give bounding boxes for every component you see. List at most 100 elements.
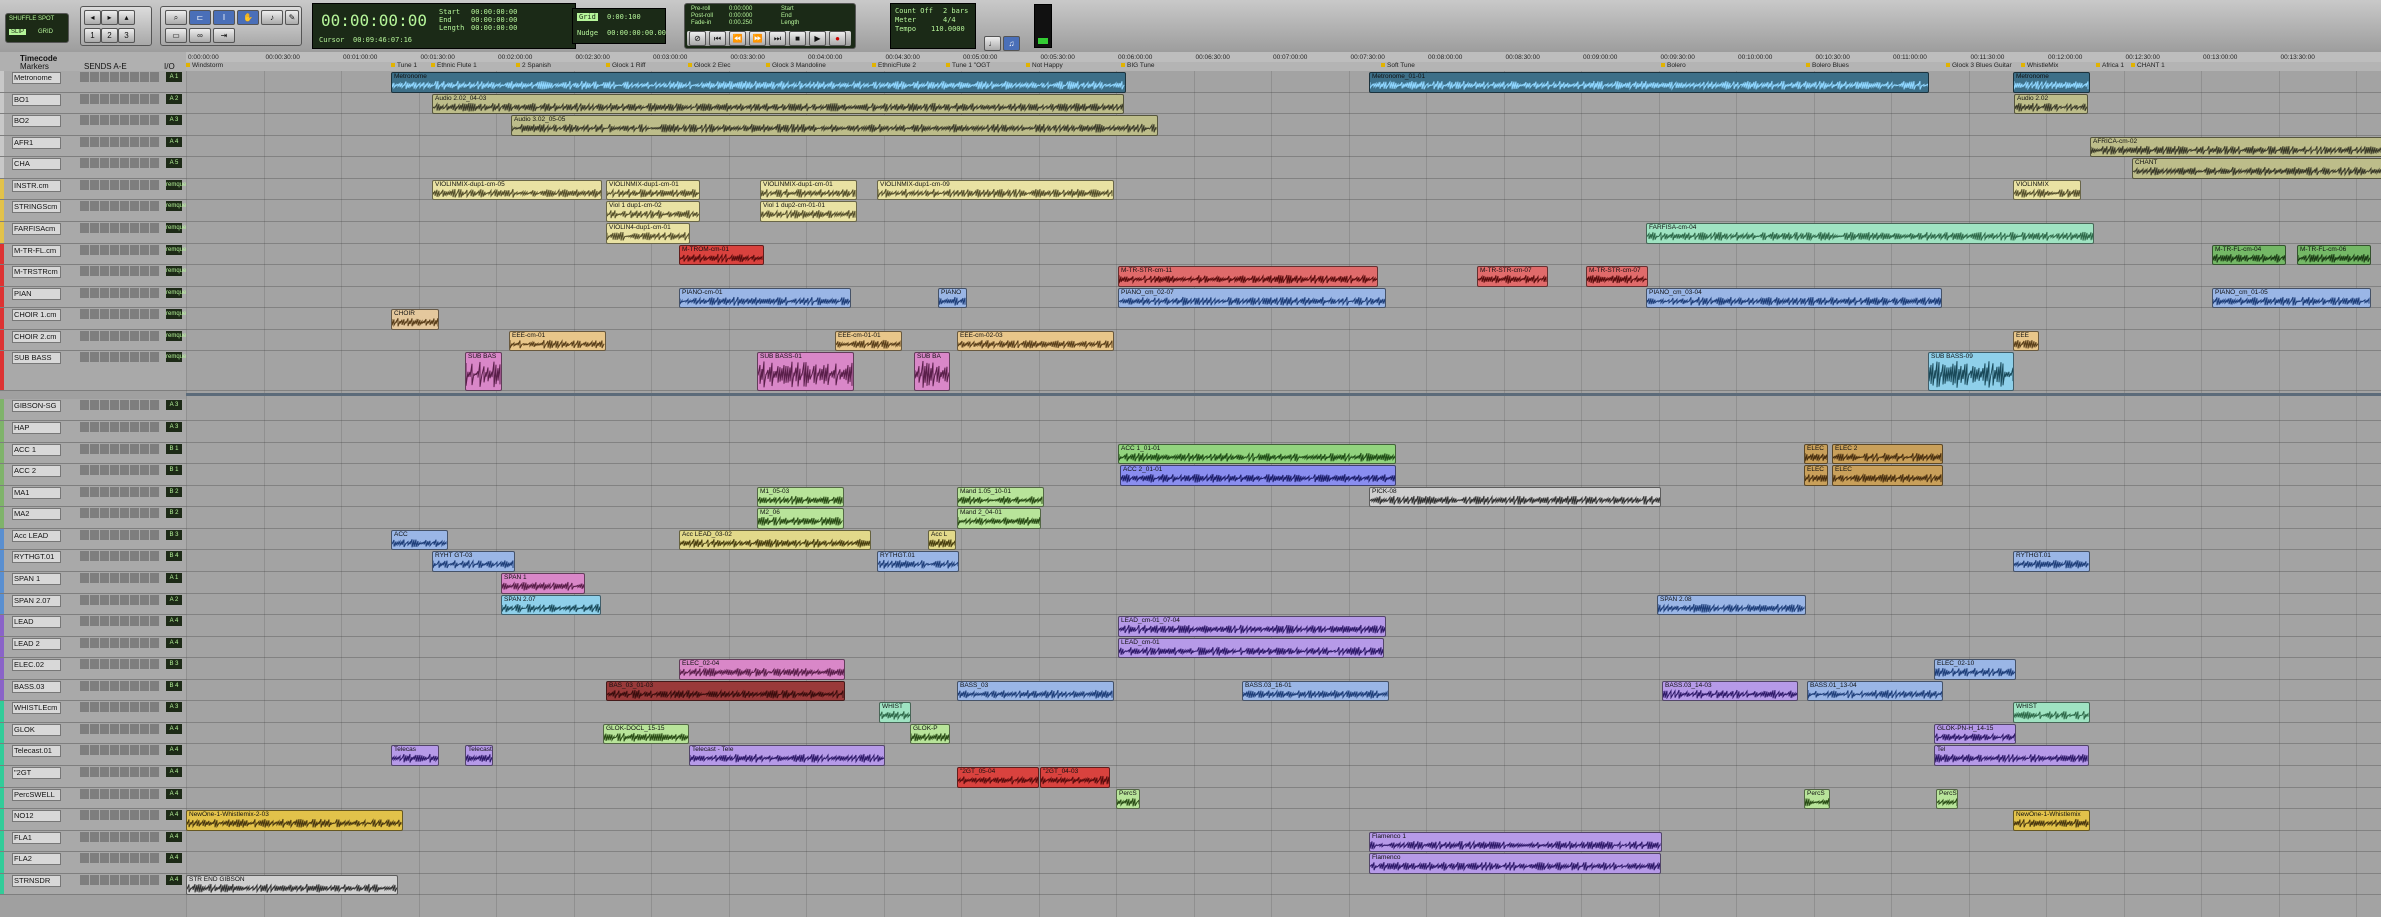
- track-header[interactable]: "2GT A 4: [0, 766, 186, 788]
- track-header[interactable]: MA2 B 2: [0, 507, 186, 529]
- grid-label[interactable]: Grid: [577, 13, 598, 21]
- audio-clip[interactable]: Audio 2.02: [2014, 93, 2088, 115]
- send-slots[interactable]: [80, 93, 160, 104]
- track-io[interactable]: A 4: [166, 136, 182, 147]
- audio-clip[interactable]: M-TR-FL-cm-06: [2297, 244, 2371, 266]
- audio-clip[interactable]: EEE-cm-01: [509, 330, 606, 352]
- track-name[interactable]: SPAN 1: [12, 572, 61, 585]
- track-playlist-lane[interactable]: [186, 658, 2381, 680]
- marker[interactable]: Glock 1 Riff: [606, 62, 645, 69]
- send-slots[interactable]: [80, 352, 160, 363]
- audio-clip[interactable]: Mand 1.05_10-01: [957, 486, 1044, 508]
- audio-clip[interactable]: SPAN 2.07: [501, 594, 601, 616]
- audio-clip[interactable]: VIOLINMIX-dup1-cm-09: [877, 179, 1114, 201]
- track-header[interactable]: ACC 2 B 1: [0, 464, 186, 486]
- track-playlist-lane[interactable]: [186, 874, 2381, 896]
- audio-clip[interactable]: PIANO: [938, 287, 967, 309]
- return-to-zero-icon[interactable]: ⏮: [709, 31, 726, 46]
- marker[interactable]: Not Happy: [1026, 62, 1063, 69]
- send-slots[interactable]: [80, 330, 160, 341]
- track-name[interactable]: STRINGScm: [12, 201, 61, 214]
- track-name[interactable]: SUB BASS: [12, 352, 61, 365]
- track-name[interactable]: FARFISAcm: [12, 222, 61, 235]
- track-io[interactable]: A 3: [166, 702, 182, 713]
- track-header[interactable]: LEAD 2 A 4: [0, 636, 186, 659]
- track-header[interactable]: LEAD A 4: [0, 615, 186, 637]
- track-name[interactable]: ACC 2: [12, 465, 61, 478]
- audio-clip[interactable]: ACC 1_01-01: [1118, 443, 1396, 465]
- send-slots[interactable]: [80, 486, 160, 497]
- track-header[interactable]: Metronome A 1: [0, 71, 186, 93]
- length-field[interactable]: 00:00:00:00: [471, 24, 517, 32]
- audio-clip[interactable]: WHIST: [879, 702, 911, 723]
- track-name[interactable]: FLA2: [12, 853, 61, 866]
- audio-clip[interactable]: Audio 2.02_04-03: [432, 93, 1124, 115]
- audio-clip[interactable]: PercS: [1116, 788, 1140, 810]
- tab-to-transient-icon[interactable]: ⇥: [213, 28, 235, 43]
- audio-clip[interactable]: M-TR-STR-cm-07: [1477, 266, 1548, 287]
- send-slots[interactable]: [80, 72, 160, 82]
- track-io[interactable]: A 4: [166, 637, 182, 648]
- postroll-label[interactable]: Post-roll: [691, 13, 713, 19]
- conductor-icon[interactable]: ♫: [1003, 36, 1020, 51]
- track-header[interactable]: SPAN 1 A 1: [0, 571, 186, 594]
- rewind-icon[interactable]: ⏪: [729, 31, 746, 46]
- audio-clip[interactable]: "2GT_04-03: [1040, 767, 1110, 788]
- marker[interactable]: Glock 3 Mandoline: [766, 62, 826, 69]
- track-name[interactable]: CHOIR 1.cm: [12, 309, 61, 322]
- marker[interactable]: Tune 1: [391, 62, 417, 69]
- track-name[interactable]: M-TRSTRcm: [12, 266, 61, 279]
- audio-clip[interactable]: NewOne-1-Whistlemix: [2013, 810, 2090, 831]
- track-header[interactable]: RYTHGT.01 B 4: [0, 550, 186, 572]
- audio-clip[interactable]: GLOK-PN-H_14-15: [1934, 723, 2016, 745]
- marker[interactable]: 2 Spanish: [516, 62, 551, 69]
- track-playlist-lane[interactable]: [186, 399, 2381, 421]
- audio-clip[interactable]: Metronome_01-01: [1369, 72, 1929, 93]
- track-header[interactable]: ELEC.02 B 3: [0, 658, 186, 680]
- zoomer-tool-icon[interactable]: ⌕: [165, 10, 187, 25]
- track-header[interactable]: MA1 B 2: [0, 485, 186, 508]
- audio-clip[interactable]: PIANO_cm_02-07: [1118, 287, 1386, 309]
- track-name[interactable]: RYTHGT.01: [12, 551, 61, 564]
- play-icon[interactable]: ▶: [809, 31, 826, 46]
- audio-clip[interactable]: SPAN 1: [501, 572, 585, 594]
- track-name[interactable]: INSTR.cm: [12, 179, 61, 192]
- track-io[interactable]: A 4: [166, 853, 182, 864]
- fadein-field[interactable]: 0:00.250: [729, 20, 752, 26]
- track-name[interactable]: LEAD 2: [12, 637, 61, 650]
- send-slots[interactable]: [80, 594, 160, 605]
- zoom-preset-1[interactable]: 1: [84, 28, 101, 43]
- track-playlist-lane[interactable]: [186, 529, 2381, 551]
- preroll-field[interactable]: 0:00:000: [729, 6, 752, 12]
- send-slots[interactable]: [80, 465, 160, 476]
- audio-clip[interactable]: Flamenco 1: [1369, 831, 1662, 853]
- audio-clip[interactable]: Flamenco: [1369, 853, 1661, 874]
- send-slots[interactable]: [80, 158, 160, 169]
- audio-clip[interactable]: VIOLIN4-dup1-cm-01: [606, 222, 690, 244]
- marker[interactable]: Africa 1: [2096, 62, 2124, 69]
- send-slots[interactable]: [80, 637, 160, 648]
- track-header[interactable]: BASS.03 B 4: [0, 679, 186, 702]
- send-slots[interactable]: [80, 551, 160, 562]
- end-field[interactable]: 00:00:00:00: [471, 16, 517, 24]
- send-slots[interactable]: [80, 287, 160, 298]
- zoom-in-icon[interactable]: ▸: [101, 10, 118, 25]
- audio-clip[interactable]: VIOLINMIX-dup1-cm-05: [432, 179, 602, 201]
- marker[interactable]: EthnicFlute 2: [872, 62, 916, 69]
- track-io[interactable]: remque: [166, 352, 186, 363]
- track-playlist-lane[interactable]: [186, 308, 2381, 330]
- audio-clip[interactable]: RYTHGT.01: [2013, 551, 2090, 572]
- marker[interactable]: Glock 2 Elec: [688, 62, 731, 69]
- track-header[interactable]: AFR1 A 4: [0, 135, 186, 158]
- audio-clip[interactable]: BASS.01_13-04: [1807, 680, 1943, 702]
- audio-clip[interactable]: STR END GIBSON: [186, 874, 398, 896]
- fadein-label[interactable]: Fade-in: [691, 20, 711, 26]
- audio-clip[interactable]: Viol 1 dup2-cm-01-01: [760, 201, 857, 222]
- track-io[interactable]: remque: [166, 179, 186, 190]
- marker[interactable]: Soft Tune: [1381, 62, 1415, 69]
- audio-clip[interactable]: GLOK-DOCL_15-15: [603, 723, 689, 745]
- audio-clip[interactable]: M-TR-STR-cm-07: [1586, 266, 1648, 287]
- send-slots[interactable]: [80, 659, 160, 670]
- track-header[interactable]: GIBSON-SG A 3: [0, 399, 186, 421]
- track-playlist-lane[interactable]: [186, 486, 2381, 508]
